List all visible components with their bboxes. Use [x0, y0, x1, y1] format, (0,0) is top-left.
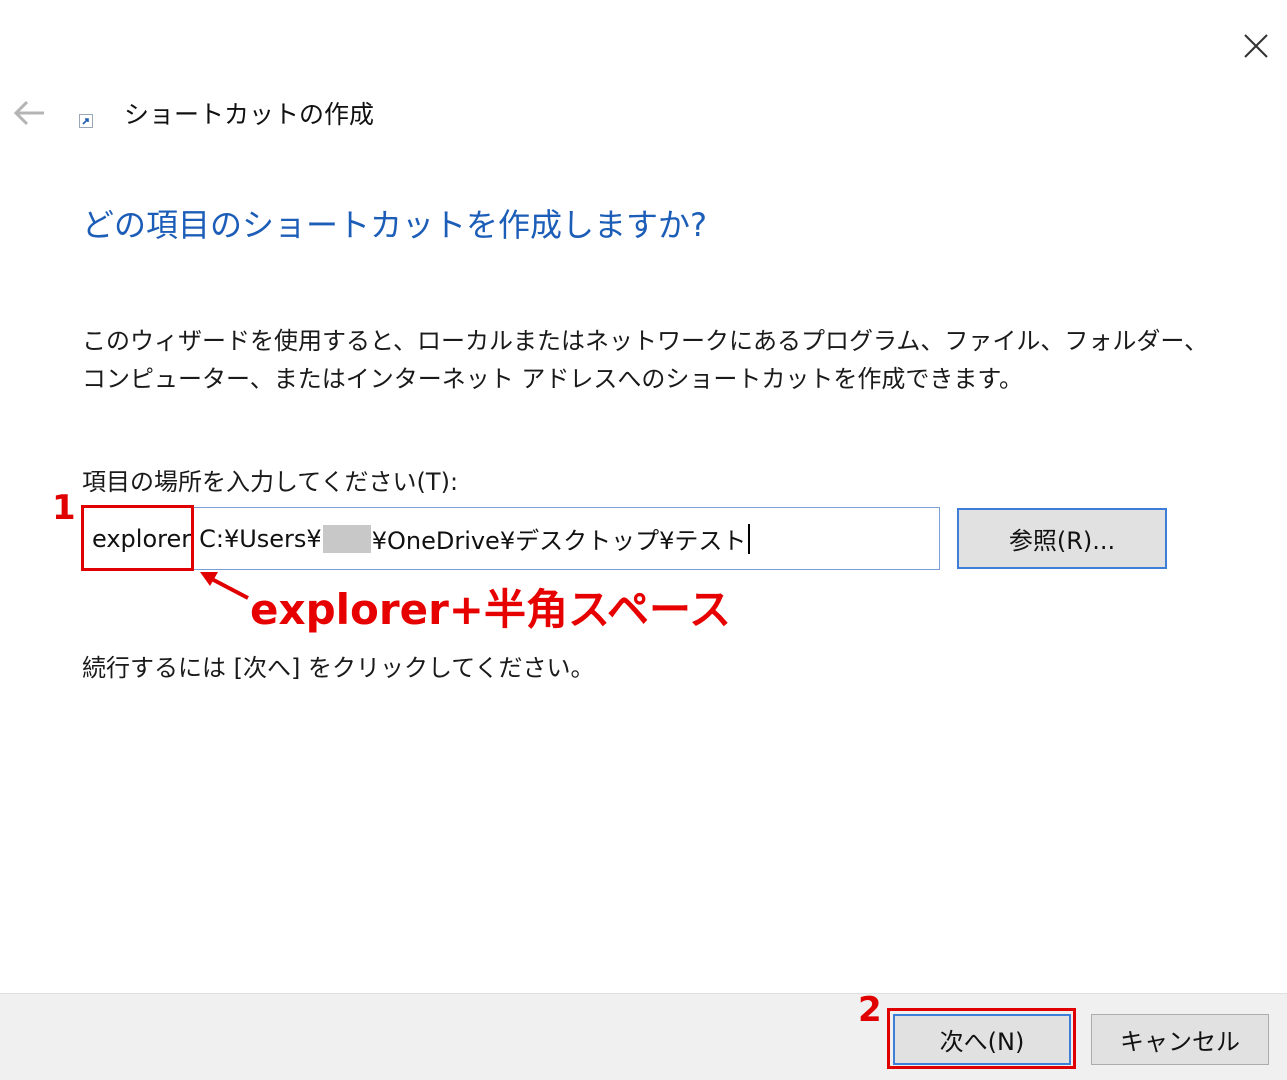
shortcut-icon — [79, 114, 93, 128]
wizard-description: このウィザードを使用すると、ローカルまたはネットワークにあるプログラム、ファイル… — [82, 327, 1209, 393]
window-title: ショートカットの作成 — [124, 100, 375, 129]
redacted-username — [322, 524, 371, 553]
cancel-button[interactable]: キャンセル — [1091, 1014, 1269, 1065]
location-input[interactable]: explorer C:¥Users¥ ¥OneDrive¥デスクトップ¥テスト — [82, 507, 940, 570]
back-arrow-icon[interactable] — [10, 92, 52, 134]
page-heading: どの項目のショートカットを作成しますか? — [82, 206, 707, 244]
annotation-step-2-box — [887, 1008, 1076, 1069]
browse-button[interactable]: 参照(R)... — [957, 508, 1167, 569]
continue-hint: 続行するには [次へ] をクリックしてください。 — [82, 654, 595, 682]
annotation-step-1-text: explorer+半角スペース — [250, 585, 731, 634]
path-start: C:¥Users¥ — [199, 524, 322, 553]
location-field-label: 項目の場所を入力してください(T): — [82, 468, 459, 496]
annotation-arrow-icon — [200, 572, 249, 600]
close-icon[interactable] — [1232, 22, 1280, 70]
text-caret — [748, 523, 751, 554]
annotation-step-2-number: 2 — [858, 990, 882, 1030]
annotation-step-1-number: 1 — [52, 488, 76, 528]
path-end: ¥OneDrive¥デスクトップ¥テスト — [371, 527, 747, 555]
annotation-step-1-box — [81, 505, 194, 571]
